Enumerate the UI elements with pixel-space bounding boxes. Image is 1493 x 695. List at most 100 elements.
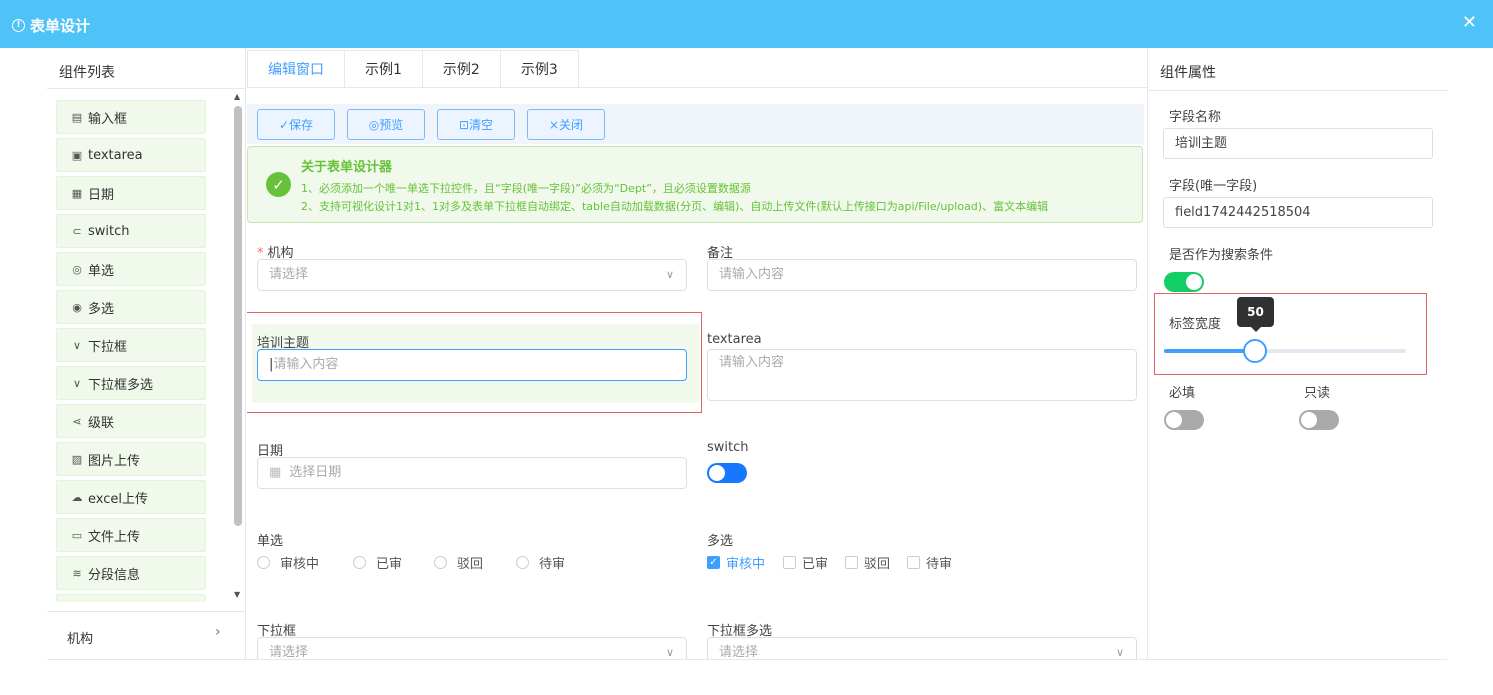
org-select[interactable]: 请选择 ∨ — [257, 259, 687, 291]
search-condition-switch[interactable] — [1164, 272, 1204, 292]
properties-header: 组件属性 — [1160, 65, 1216, 81]
scrollbar-thumb[interactable] — [234, 106, 242, 526]
topic-input[interactable]: |请输入内容 — [257, 349, 687, 381]
component-item-partial — [56, 594, 206, 602]
component-item[interactable]: ⋖ 级联 — [56, 404, 206, 438]
dropdown-multiselect[interactable]: 请选择 ∨ — [707, 637, 1137, 660]
check-circle-icon: ✓ — [266, 172, 291, 197]
component-item-label: 文件上传 — [88, 529, 141, 545]
designer-toolbar: ✓保存 ◎预览 ⊡清空 ×关闭 — [247, 104, 1144, 144]
component-item-label: 多选 — [88, 301, 115, 317]
preview-button[interactable]: ◎预览 — [347, 109, 425, 140]
required-switch[interactable] — [1164, 410, 1204, 430]
tree-item-org[interactable]: 机构 — [67, 628, 93, 647]
component-item[interactable]: ⊂ switch — [56, 214, 206, 248]
tab-example-3[interactable]: 示例3 — [500, 50, 579, 88]
readonly-switch[interactable] — [1299, 410, 1339, 430]
textarea-input[interactable]: 请输入内容 — [707, 349, 1137, 401]
slider-tooltip: 50 — [1237, 297, 1274, 332]
close-button[interactable]: ×关闭 — [527, 109, 605, 140]
chevron-down-icon: ∨ — [72, 338, 82, 352]
switch-label: switch — [707, 440, 749, 455]
folder-icon: ▭ — [71, 528, 83, 542]
component-item-label: 分段信息 — [88, 567, 141, 583]
component-item[interactable]: ▭ 文件上传 — [56, 518, 206, 552]
switch-toggle[interactable] — [707, 463, 747, 483]
alert-title: 关于表单设计器 — [301, 160, 393, 175]
chevron-down-icon: ∨ — [665, 646, 674, 659]
checkbox-option-reviewing[interactable]: ✓ 审核中 — [707, 553, 765, 572]
scroll-up-icon[interactable]: ▲ — [234, 92, 240, 101]
component-item-label: switch — [88, 223, 130, 239]
share-icon: ⋖ — [72, 414, 82, 428]
radio-option-reviewing[interactable]: 审核中 — [257, 553, 319, 572]
component-item-label: 下拉框多选 — [88, 377, 154, 393]
component-item[interactable]: ∨ 下拉框多选 — [56, 366, 206, 400]
required-label: 必填 — [1169, 386, 1196, 401]
component-item[interactable]: ≋ 分段信息 — [56, 556, 206, 590]
clear-button[interactable]: ⊡清空 — [437, 109, 515, 140]
section-icon: ≋ — [72, 566, 82, 580]
component-item-label: 图片上传 — [88, 453, 141, 469]
component-item-label: excel上传 — [88, 491, 148, 507]
radio-option-reviewed[interactable]: 已审 — [353, 553, 402, 572]
field-name-label: 字段名称 — [1169, 110, 1222, 125]
textarea-label: textarea — [707, 332, 762, 347]
chevron-down-icon: ∨ — [665, 268, 674, 281]
component-item[interactable]: ▦ 日期 — [56, 176, 206, 210]
checkbox-label: 多选 — [707, 534, 734, 549]
properties-panel: 组件属性 字段名称 培训主题 字段(唯一字段) field17424425185… — [1147, 48, 1448, 660]
label-width-slider-handle[interactable] — [1243, 339, 1267, 363]
component-item-label: 日期 — [88, 187, 115, 203]
label-width-label: 标签宽度 — [1169, 317, 1222, 332]
checkbox-option-rejected[interactable]: 驳回 — [845, 553, 890, 572]
scroll-down-icon[interactable]: ▼ — [234, 590, 240, 599]
component-list-header: 组件列表 — [59, 65, 115, 81]
text-icon: ▤ — [71, 110, 83, 124]
chevron-down-icon: ∨ — [72, 376, 82, 390]
component-list-panel: 组件列表 ▤ 输入框 ▣ textarea ▦ 日期 ⊂ switch ◎ 单选 ◉ 多选 ∨ 下拉框 ∨ 下… — [47, 48, 246, 660]
switch-icon: ⊂ — [72, 224, 82, 238]
field-name-input[interactable]: 培训主题 — [1163, 128, 1433, 159]
search-condition-label: 是否作为搜索条件 — [1169, 248, 1274, 263]
chevron-right-icon[interactable]: › — [215, 624, 221, 640]
info-alert: ✓ 关于表单设计器 1、必须添加一个唯一单选下拉控件，且“字段(唯一字段)”必须… — [247, 146, 1143, 223]
tab-bar: 编辑窗口 示例1 示例2 示例3 — [247, 50, 1147, 88]
component-item-label: 输入框 — [88, 111, 128, 127]
alert-line-2: 2、支持可视化设计1对1、1对多及表单下拉框自动绑定、table自动加载数据(分… — [301, 200, 1049, 213]
component-item-label: 单选 — [88, 263, 115, 279]
window-titlebar: ! 表单设计 ✕ — [0, 0, 1493, 48]
radio-option-pending[interactable]: 待审 — [516, 553, 565, 572]
component-item-label: 下拉框 — [88, 339, 128, 355]
dropdown-select[interactable]: 请选择 ∨ — [257, 637, 687, 660]
calendar-icon: ▦ — [71, 186, 83, 200]
checkbox-option-reviewed[interactable]: 已审 — [783, 553, 828, 572]
tab-example-2[interactable]: 示例2 — [422, 50, 501, 88]
radio-option-rejected[interactable]: 驳回 — [434, 553, 483, 572]
component-item-label: textarea — [88, 147, 143, 163]
component-item[interactable]: ▤ 输入框 — [56, 100, 206, 134]
close-icon[interactable]: ✕ — [1462, 14, 1477, 32]
label-width-outline — [1154, 293, 1427, 375]
cloud-upload-icon: ☁ — [71, 490, 83, 504]
textarea-icon: ▣ — [71, 148, 83, 162]
component-item-label: 级联 — [88, 415, 115, 431]
save-button[interactable]: ✓保存 — [257, 109, 335, 140]
checkbox-option-pending[interactable]: 待审 — [907, 553, 952, 572]
field-key-label: 字段(唯一字段) — [1169, 179, 1258, 194]
component-item[interactable]: ∨ 下拉框 — [56, 328, 206, 362]
field-key-input[interactable]: field1742442518504 — [1163, 197, 1433, 228]
component-item[interactable]: ☁ excel上传 — [56, 480, 206, 514]
radio-label: 单选 — [257, 534, 284, 549]
component-item[interactable]: ▨ 图片上传 — [56, 442, 206, 476]
tab-example-1[interactable]: 示例1 — [345, 50, 423, 88]
date-picker[interactable]: ▦ 选择日期 — [257, 457, 687, 489]
checkbox-icon: ◉ — [72, 300, 82, 314]
component-item[interactable]: ◉ 多选 — [56, 290, 206, 324]
info-icon: ! — [12, 19, 25, 32]
component-item[interactable]: ▣ textarea — [56, 138, 206, 172]
remark-input[interactable]: 请输入内容 — [707, 259, 1137, 291]
component-item[interactable]: ◎ 单选 — [56, 252, 206, 286]
tab-edit-window[interactable]: 编辑窗口 — [247, 50, 345, 88]
designer-panel: 编辑窗口 示例1 示例2 示例3 ✓保存 ◎预览 ⊡清空 ×关闭 ✓ 关于表单设… — [247, 48, 1147, 660]
